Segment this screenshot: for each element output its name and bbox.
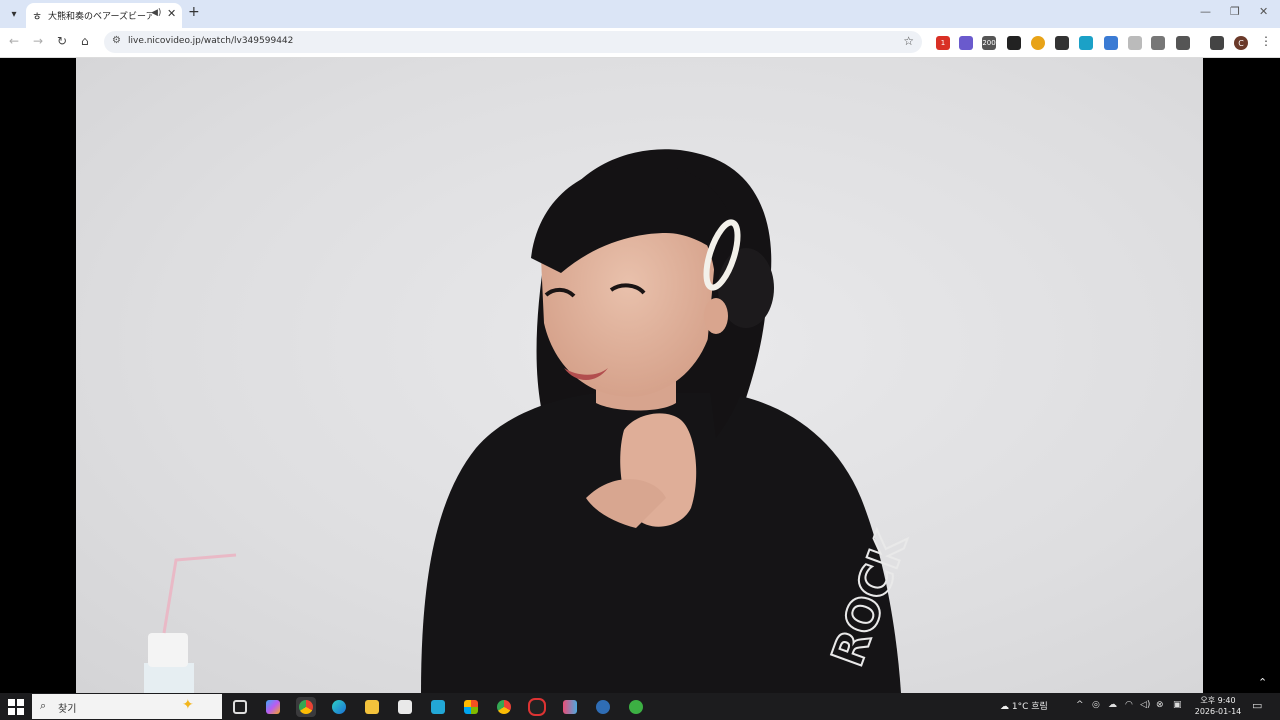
clock-date: 2026-01-14 (1194, 707, 1242, 716)
ext-counter-icon[interactable]: 200 (982, 36, 996, 50)
app-arrow-icon[interactable] (428, 697, 448, 717)
speaker-icon[interactable]: ◀) (151, 8, 161, 18)
windows-start-icon[interactable] (8, 699, 24, 715)
close-tab-icon[interactable]: ✕ (167, 7, 176, 20)
video-frame-image: ROCK (144, 149, 919, 693)
restore-icon[interactable]: ❐ (1230, 5, 1240, 18)
clock-time: 오후 9:40 (1200, 696, 1236, 705)
minimize-icon[interactable]: — (1200, 5, 1211, 18)
video-player[interactable]: ROCK (76, 58, 1203, 693)
close-window-icon[interactable]: ✕ (1259, 5, 1268, 18)
ext-gray-icon[interactable] (1128, 36, 1142, 50)
new-tab-button[interactable]: + (188, 4, 200, 20)
ext-color-icon[interactable] (1031, 36, 1045, 50)
ext-teal-icon[interactable] (1079, 36, 1093, 50)
volume-icon[interactable]: ◁) (1140, 700, 1150, 710)
tray-overflow-icon[interactable]: ^ (1076, 700, 1084, 710)
app-green-icon[interactable] (626, 697, 646, 717)
bookmark-star-icon[interactable]: ☆ (903, 34, 914, 48)
task-view-icon[interactable] (230, 697, 250, 717)
file-explorer-icon[interactable] (362, 697, 382, 717)
taskbar: ⌕ 찾기 ✦ ☁ 1°C 흐림 ^ ◎ ☁ ◠ ◁) ⊗ ▣ 오후 9:40 2… (0, 693, 1280, 720)
onedrive-icon[interactable]: ☁ (1108, 700, 1117, 710)
ext-red-icon[interactable]: 1 (936, 36, 950, 50)
browser-tab[interactable]: ㅎ 大熊和奏のベアーズビーアンビ ◀) ✕ (26, 3, 182, 28)
extensions-puzzle-icon[interactable] (1176, 36, 1190, 50)
ext-blue-icon[interactable] (1104, 36, 1118, 50)
chevron-up-icon[interactable]: ⌃ (1258, 676, 1267, 689)
app-globe-icon[interactable] (593, 697, 613, 717)
app-chrome-alt-icon[interactable] (494, 697, 514, 717)
reload-icon[interactable]: ↻ (57, 34, 67, 48)
search-icon: ⌕ (40, 699, 47, 712)
tab-search-button[interactable]: ▾ (4, 4, 24, 24)
ime-icon[interactable]: ▣ (1173, 700, 1182, 710)
weather-text: 1°C 흐림 (1011, 702, 1048, 712)
search-placeholder: 찾기 (58, 704, 77, 715)
tab-title: 大熊和奏のベアーズビーアンビ (48, 12, 152, 22)
menu-kebab-icon[interactable]: ⋮ (1260, 34, 1272, 48)
clock[interactable]: 오후 9:40 2026-01-14 (1188, 695, 1248, 717)
edge-icon[interactable] (329, 697, 349, 717)
address-bar[interactable]: ⚙ live.nicovideo.jp/watch/lv349599442 ☆ (104, 31, 922, 53)
forward-icon[interactable]: → (33, 34, 43, 48)
app-tiles-icon[interactable] (461, 697, 481, 717)
weather-widget[interactable]: ☁ 1°C 흐림 (1000, 699, 1048, 712)
copilot-sparkle-icon: ✦ (182, 697, 194, 713)
network-icon[interactable]: ◠ (1125, 700, 1133, 710)
ext-purple-icon[interactable] (959, 36, 973, 50)
app-grid-icon[interactable] (560, 697, 580, 717)
tab-strip: ▾ ㅎ 大熊和奏のベアーズビーアンビ ◀) ✕ + — ❐ ✕ (0, 0, 1280, 28)
ext-chat-icon[interactable] (1151, 36, 1165, 50)
tray-status-icon[interactable]: ⊗ (1156, 700, 1164, 710)
ext-dark-icon[interactable] (1007, 36, 1021, 50)
store-icon[interactable] (395, 697, 415, 717)
notification-icon[interactable]: ▭ (1252, 699, 1262, 712)
app-record-icon[interactable] (527, 697, 547, 717)
cloud-icon: ☁ (1000, 702, 1012, 712)
copilot-icon[interactable] (263, 697, 283, 717)
home-icon[interactable]: ⌂ (81, 34, 89, 48)
site-info-icon[interactable]: ⚙ (112, 35, 121, 46)
reading-list-icon[interactable] (1210, 36, 1224, 50)
taskbar-search-box[interactable]: ⌕ 찾기 ✦ (32, 694, 222, 719)
chrome-icon[interactable] (296, 697, 316, 717)
profile-avatar[interactable]: C (1234, 36, 1248, 50)
back-icon[interactable]: ← (9, 34, 19, 48)
tray-app-icon[interactable]: ◎ (1092, 700, 1100, 710)
address-text[interactable]: live.nicovideo.jp/watch/lv349599442 (128, 36, 293, 46)
ext-kanji-icon[interactable] (1055, 36, 1069, 50)
nico-icon: ㅎ (32, 10, 43, 23)
